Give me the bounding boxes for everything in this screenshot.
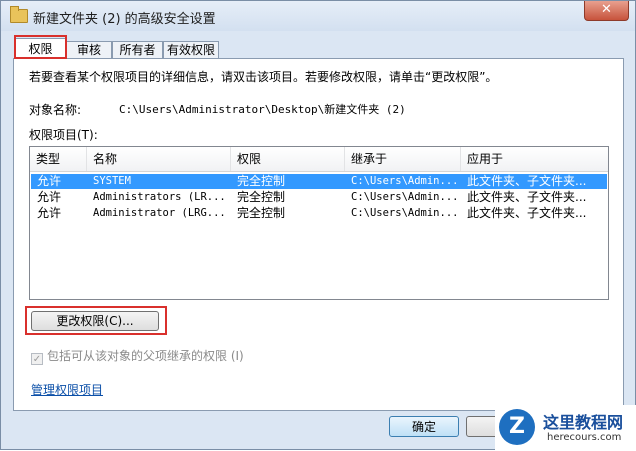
title-bar[interactable]: 新建文件夹 (2) 的高级安全设置 ✕ bbox=[1, 1, 635, 31]
table-row[interactable]: 允许 Administrators (LR... 完全控制 C:\Users\A… bbox=[31, 190, 607, 205]
tab-effective-permissions[interactable]: 有效权限 bbox=[163, 41, 219, 58]
table-row[interactable]: 允许 Administrator (LRG... 完全控制 C:\Users\A… bbox=[31, 206, 607, 221]
tab-highlight-box bbox=[14, 35, 67, 59]
row-name: SYSTEM bbox=[93, 175, 131, 187]
row-applies-to: 此文件夹、子文件夹... bbox=[467, 206, 587, 220]
row-permission: 完全控制 bbox=[237, 174, 286, 188]
inherit-permissions-checkbox[interactable]: ✓ bbox=[31, 353, 43, 365]
column-header-applies-to[interactable]: 应用于 bbox=[461, 147, 608, 171]
object-name-value: C:\Users\Administrator\Desktop\新建文件夹 (2) bbox=[119, 103, 406, 116]
ok-button[interactable]: 确定 bbox=[389, 416, 459, 437]
row-type: 允许 bbox=[37, 190, 62, 204]
security-settings-window: 新建文件夹 (2) 的高级安全设置 ✕ 权限 审核 所有者 有效权限 若要查看某… bbox=[0, 0, 636, 451]
permission-entries-label: 权限项目(T): bbox=[29, 128, 98, 142]
info-text: 若要查看某个权限项目的详细信息，请双击该项目。若要修改权限，请单击“更改权限”。 bbox=[29, 70, 498, 84]
column-header-inherited-from[interactable]: 继承于 bbox=[345, 147, 461, 171]
row-type: 允许 bbox=[37, 174, 62, 188]
tab-owner[interactable]: 所有者 bbox=[112, 41, 163, 58]
button-highlight-box bbox=[25, 306, 167, 335]
column-header-permission[interactable]: 权限 bbox=[231, 147, 345, 171]
row-inherited-from: C:\Users\Admin... bbox=[351, 191, 459, 203]
row-permission: 完全控制 bbox=[237, 190, 286, 204]
tab-auditing[interactable]: 审核 bbox=[66, 41, 112, 58]
row-inherited-from: C:\Users\Admin... bbox=[351, 175, 459, 187]
inherit-permissions-option: ✓ 包括可从该对象的父项继承的权限 (I) bbox=[31, 347, 244, 365]
watermark: Z 这里教程网 herecours.com bbox=[495, 405, 636, 451]
inherit-permissions-label: 包括可从该对象的父项继承的权限 (I) bbox=[47, 349, 244, 363]
watermark-logo: Z bbox=[499, 409, 535, 445]
column-header-name[interactable]: 名称 bbox=[87, 147, 231, 171]
row-applies-to: 此文件夹、子文件夹... bbox=[467, 190, 587, 204]
folder-icon bbox=[10, 6, 28, 23]
column-header-type[interactable]: 类型 bbox=[30, 147, 87, 171]
object-name-label: 对象名称: bbox=[29, 103, 82, 117]
row-name: Administrators (LR... bbox=[93, 191, 226, 203]
list-header: 类型 名称 权限 继承于 应用于 bbox=[30, 147, 608, 172]
table-row[interactable]: 允许 SYSTEM 完全控制 C:\Users\Admin... 此文件夹、子文… bbox=[31, 174, 607, 189]
row-permission: 完全控制 bbox=[237, 206, 286, 220]
row-inherited-from: C:\Users\Admin... bbox=[351, 207, 459, 219]
watermark-name: 这里教程网 bbox=[543, 413, 624, 432]
watermark-url: herecours.com bbox=[547, 432, 622, 443]
permission-entries-list[interactable]: 类型 名称 权限 继承于 应用于 允许 SYSTEM 完全控制 C:\Users… bbox=[29, 146, 609, 300]
manage-permission-entries-link[interactable]: 管理权限项目 bbox=[31, 381, 103, 398]
row-name: Administrator (LRG... bbox=[93, 207, 226, 219]
close-button[interactable]: ✕ bbox=[584, 1, 629, 21]
row-type: 允许 bbox=[37, 206, 62, 220]
row-applies-to: 此文件夹、子文件夹... bbox=[467, 174, 587, 188]
window-title: 新建文件夹 (2) 的高级安全设置 bbox=[33, 12, 216, 27]
